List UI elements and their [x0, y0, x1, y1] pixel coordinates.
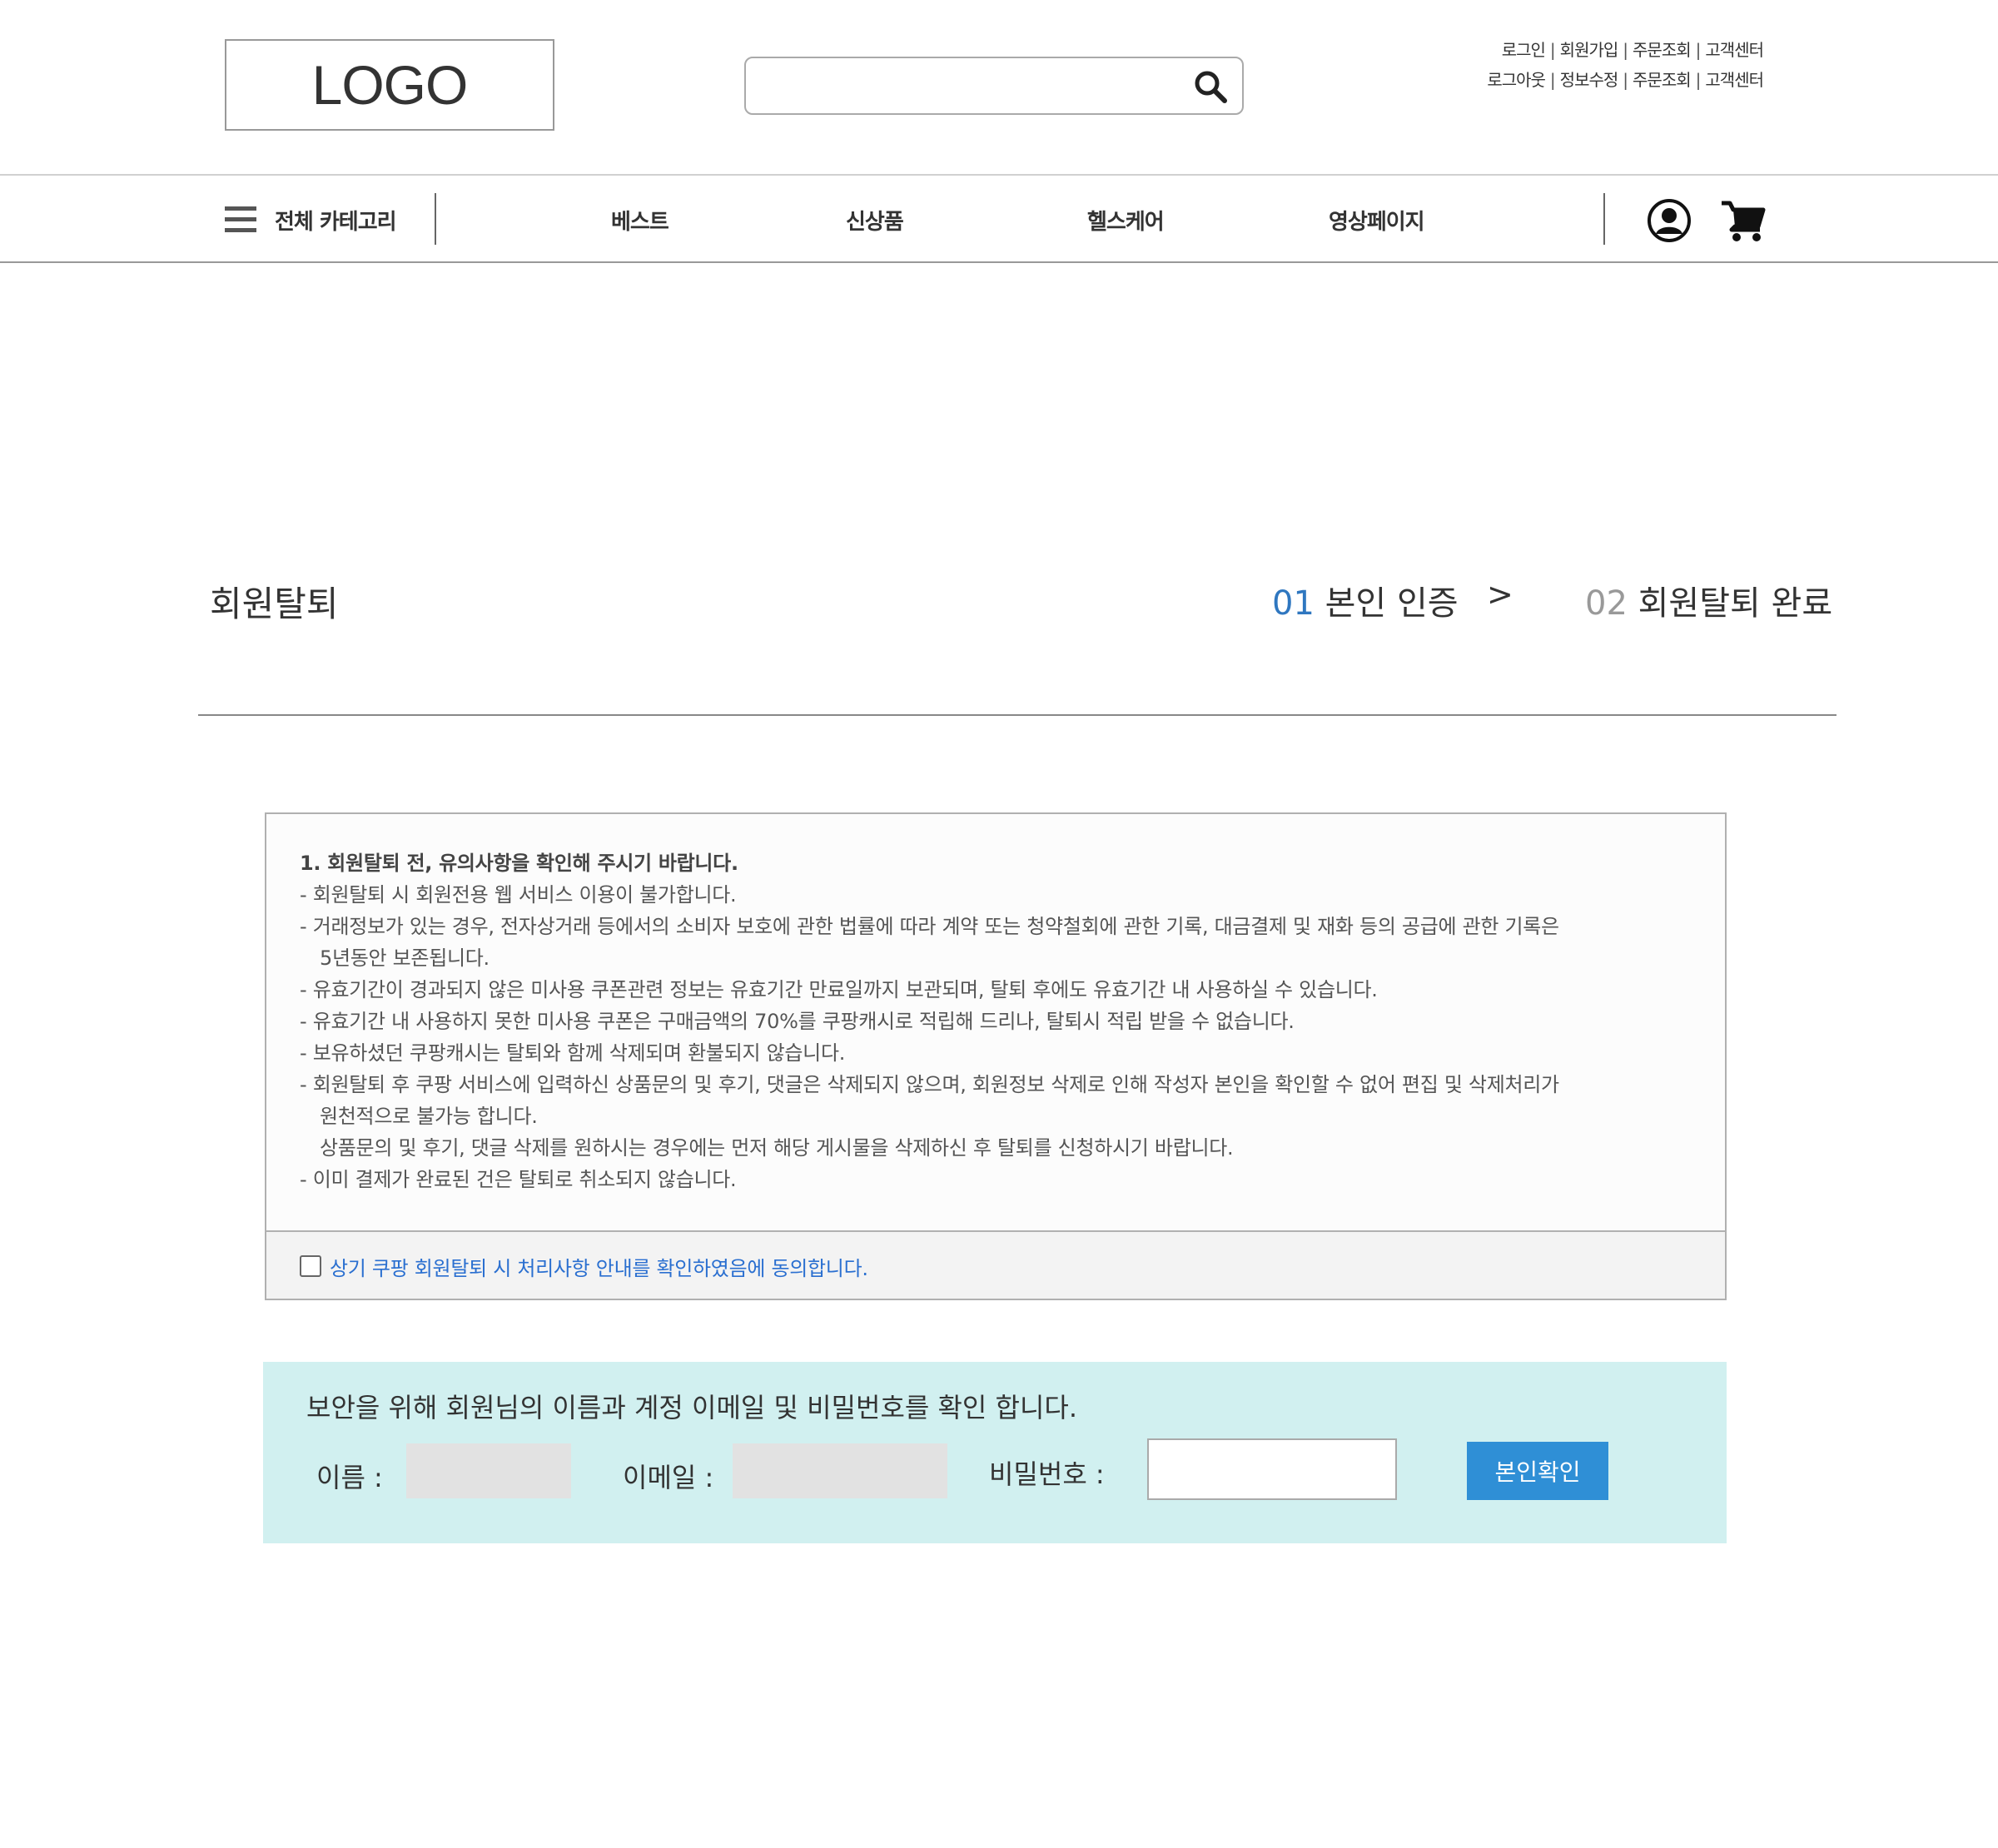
step-2: 02 회원탈퇴 완료: [1585, 576, 1832, 624]
nav-item-video[interactable]: 영상페이지: [1329, 205, 1425, 236]
step-arrow: >: [1487, 576, 1513, 613]
notice-line: - 거래정보가 있는 경우, 전자상거래 등에서의 소비자 보호에 관한 법률에…: [300, 915, 1559, 938]
notice-line: - 이미 결제가 완료된 건은 탈퇴로 취소되지 않습니다.: [300, 1168, 737, 1191]
email-label: 이메일 :: [623, 1462, 714, 1493]
nav-item-best[interactable]: 베스트: [611, 205, 669, 236]
menu-icon[interactable]: [225, 206, 256, 233]
logo[interactable]: LOGO: [225, 39, 554, 131]
password-field[interactable]: [1147, 1438, 1397, 1500]
util-link-signup[interactable]: 회원가입: [1560, 40, 1619, 60]
search-box: [744, 57, 1244, 115]
nav-item-healthcare[interactable]: 헬스케어: [1087, 205, 1165, 236]
util-link-customer-center[interactable]: 고객센터: [1705, 70, 1764, 90]
notice-line: - 보유하셨던 쿠팡캐시는 탈퇴와 함께 삭제되며 환불되지 않습니다.: [300, 1041, 846, 1065]
agree-bar: 상기 쿠팡 회원탈퇴 시 처리사항 안내를 확인하였음에 동의합니다.: [266, 1230, 1725, 1299]
step-1-label: 본인 인증: [1325, 584, 1459, 623]
verify-message: 보안을 위해 회원님의 이름과 계정 이메일 및 비밀번호를 확인 합니다.: [306, 1392, 1078, 1423]
notice-line: - 유효기간 내 사용하지 못한 미사용 쿠폰은 구매금액의 70%를 쿠팡캐시…: [300, 1010, 1295, 1033]
confirm-identity-button[interactable]: 본인확인: [1467, 1442, 1608, 1500]
notice-line: - 회원탈퇴 후 쿠팡 서비스에 입력하신 상품문의 및 후기, 댓글은 삭제되…: [300, 1073, 1559, 1096]
nav-divider: [435, 193, 436, 245]
notice-line: 상품문의 및 후기, 댓글 삭제를 원하시는 경우에는 먼저 해당 게시물을 삭…: [320, 1136, 1234, 1160]
identity-verify-panel: 보안을 위해 회원님의 이름과 계정 이메일 및 비밀번호를 확인 합니다. 이…: [263, 1362, 1727, 1543]
notice-line: 5년동안 보존됩니다.: [320, 946, 490, 970]
separator: |: [1549, 40, 1556, 60]
step-1: 01 본인 인증: [1272, 576, 1459, 624]
name-field[interactable]: [406, 1443, 571, 1498]
title-divider: [198, 714, 1836, 716]
withdrawal-notice-box: 1. 회원탈퇴 전, 유의사항을 확인해 주시기 바랍니다. - 회원탈퇴 시 …: [265, 812, 1727, 1300]
separator: |: [1549, 70, 1556, 90]
notice-body: 1. 회원탈퇴 전, 유의사항을 확인해 주시기 바랍니다. - 회원탈퇴 시 …: [300, 847, 1700, 1195]
util-link-login[interactable]: 로그인: [1502, 40, 1546, 60]
notice-line: 원천적으로 불가능 합니다.: [320, 1105, 538, 1128]
step-2-label: 회원탈퇴 완료: [1638, 584, 1833, 623]
search-input[interactable]: [758, 65, 1174, 107]
user-icon[interactable]: [1647, 198, 1692, 243]
separator: |: [1623, 70, 1628, 90]
nav-bottom-divider: [0, 261, 1998, 263]
util-links-row-1: 로그인 | 회원가입 | 주문조회 | 고객센터: [1502, 37, 1764, 61]
separator: |: [1623, 40, 1628, 60]
nav-top-divider: [0, 174, 1998, 176]
util-link-logout[interactable]: 로그아웃: [1487, 70, 1546, 90]
util-links-row-2: 로그아웃 | 정보수정 | 주문조회 | 고객센터: [1487, 67, 1764, 91]
agree-label[interactable]: 상기 쿠팡 회원탈퇴 시 처리사항 안내를 확인하였음에 동의합니다.: [330, 1252, 868, 1281]
util-link-edit-info[interactable]: 정보수정: [1560, 70, 1619, 90]
util-link-order-lookup[interactable]: 주문조회: [1633, 40, 1692, 60]
step-1-number: 01: [1272, 584, 1315, 623]
separator: |: [1695, 40, 1702, 60]
notice-line: - 유효기간이 경과되지 않은 미사용 쿠폰관련 정보는 유효기간 만료일까지 …: [300, 978, 1378, 1001]
notice-heading: 1. 회원탈퇴 전, 유의사항을 확인해 주시기 바랍니다.: [300, 852, 738, 875]
name-label: 이름 :: [316, 1462, 383, 1493]
util-link-customer-center[interactable]: 고객센터: [1705, 40, 1764, 60]
password-label: 비밀번호 :: [989, 1458, 1105, 1490]
util-link-order-lookup[interactable]: 주문조회: [1633, 70, 1692, 90]
notice-line: - 회원탈퇴 시 회원전용 웹 서비스 이용이 불가합니다.: [300, 883, 737, 907]
step-2-number: 02: [1585, 584, 1628, 623]
email-field[interactable]: [733, 1443, 947, 1498]
agree-checkbox[interactable]: [300, 1255, 321, 1277]
cart-icon[interactable]: [1720, 200, 1767, 243]
separator: |: [1695, 70, 1702, 90]
nav-divider: [1603, 193, 1605, 245]
nav-item-new[interactable]: 신상품: [846, 205, 904, 236]
page-title: 회원탈퇴: [210, 584, 339, 624]
search-icon[interactable]: [1192, 68, 1229, 105]
all-category-button[interactable]: 전체 카테고리: [275, 205, 397, 236]
logo-text: LOGO: [311, 54, 469, 116]
